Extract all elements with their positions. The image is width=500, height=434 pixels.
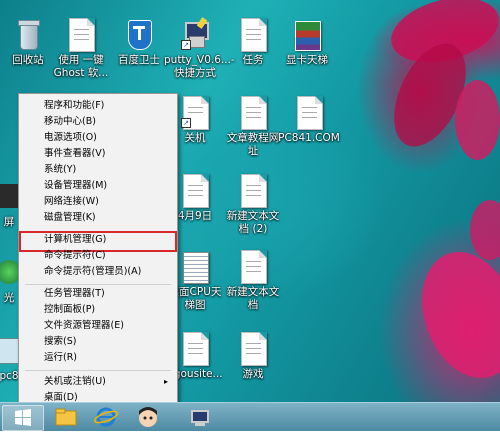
menu-separator <box>25 370 171 371</box>
desktop-icon-ghost[interactable]: 使用 一键Ghost 软... <box>50 18 112 80</box>
menu-item-search[interactable]: 搜索(S) <box>20 334 176 350</box>
document-icon <box>237 174 269 208</box>
desktop-icon-putty[interactable]: ↗ putty_V0.6...- 快捷方式 <box>164 17 235 80</box>
desktop-icon-tutorial-url[interactable]: 文章教程网址 <box>222 96 284 158</box>
menu-item-disk-management[interactable]: 磁盘管理(K) <box>20 210 176 226</box>
recycle-bin-icon <box>12 18 44 52</box>
desktop-icon-label: 任务 <box>242 54 264 66</box>
desktop-icon-baidu-guard[interactable]: 百度卫士 <box>108 18 170 67</box>
desktop-icon-pc841[interactable]: PC841.COM <box>278 96 340 145</box>
menu-separator <box>25 284 171 285</box>
putty-icon: ↗ <box>179 17 211 52</box>
document-icon <box>293 96 325 130</box>
start-button[interactable] <box>2 405 44 431</box>
menu-item-network-connections[interactable]: 网络连接(W) <box>20 194 176 210</box>
menu-item-control-panel[interactable]: 控制面板(P) <box>20 302 176 318</box>
menu-item-mobility-center[interactable]: 移动中心(B) <box>20 114 176 130</box>
menu-item-command-prompt-admin[interactable]: 命令提示符(管理员)(A) <box>20 264 176 280</box>
menu-item-command-prompt[interactable]: 命令提示符(C) <box>20 248 176 264</box>
wallpaper-petal <box>455 80 500 160</box>
desktop-icon-label: 百度卫士 <box>118 54 160 66</box>
menu-item-run[interactable]: 运行(R) <box>20 350 176 366</box>
desktop-icon-label: PC841.COM <box>278 132 340 144</box>
desktop-icon-label: putty_V0.6...- 快捷方式 <box>164 54 235 79</box>
chevron-right-icon: ▸ <box>163 377 168 386</box>
taskbar <box>0 402 500 431</box>
desktop-icon-label: 使用 一键Ghost 软... <box>53 54 109 79</box>
desktop-icon-label: 新建文本文档 <box>226 286 280 311</box>
taskbar-file-explorer[interactable] <box>46 405 86 429</box>
document-icon <box>65 18 97 52</box>
taskbar-character-app[interactable] <box>128 405 168 429</box>
win-x-context-menu: 程序和功能(F) 移动中心(B) 电源选项(O) 事件查看器(V) 系统(Y) … <box>18 93 178 409</box>
wallpaper-petal <box>405 238 500 392</box>
image-file-icon <box>179 250 211 284</box>
desktop-icon-gpu-ladder[interactable]: 显卡天梯 <box>276 18 338 67</box>
desktop-icon-label: 游戏 <box>242 368 264 380</box>
taskbar-network-tool[interactable] <box>180 405 220 429</box>
document-icon <box>179 174 211 208</box>
desktop-icon-label: 显卡天梯 <box>286 54 328 66</box>
shield-icon <box>123 18 155 52</box>
network-tool-icon <box>191 410 209 426</box>
wallpaper-petal <box>470 200 500 260</box>
menu-item-file-explorer[interactable]: 文件资源管理器(E) <box>20 318 176 334</box>
menu-item-shutdown-signout[interactable]: 关机或注销(U) ▸ <box>20 374 176 390</box>
menu-item-power-options[interactable]: 电源选项(O) <box>20 130 176 146</box>
menu-item-system[interactable]: 系统(Y) <box>20 162 176 178</box>
menu-item-event-viewer[interactable]: 事件查看器(V) <box>20 146 176 162</box>
internet-explorer-icon <box>93 407 119 427</box>
image-file-icon <box>291 18 323 52</box>
desktop-icon-label: 新建文本文档 (2) <box>226 210 280 235</box>
document-icon <box>237 18 269 52</box>
document-icon: ↗ <box>179 96 211 130</box>
menu-item-device-manager[interactable]: 设备管理器(M) <box>20 178 176 194</box>
menu-item-label: 关机或注销(U) <box>44 376 106 387</box>
desktop-icon-task[interactable]: 任务 <box>222 18 284 67</box>
windows-logo-icon <box>15 409 31 426</box>
character-app-icon <box>139 407 157 427</box>
desktop-icon-games[interactable]: 游戏 <box>222 332 284 381</box>
document-icon <box>179 332 211 366</box>
desktop-icon-new-text[interactable]: 新建文本文档 <box>222 250 284 312</box>
desktop-icon-label: 文章教程网址 <box>226 132 280 157</box>
menu-item-programs-features[interactable]: 程序和功能(F) <box>20 98 176 114</box>
desktop-icon-new-text-2[interactable]: 新建文本文档 (2) <box>222 174 284 236</box>
menu-item-task-manager[interactable]: 任务管理器(T) <box>20 286 176 302</box>
taskbar-internet-explorer[interactable] <box>86 405 126 429</box>
file-explorer-icon <box>55 408 77 426</box>
document-icon <box>237 96 269 130</box>
document-icon <box>237 332 269 366</box>
document-icon <box>237 250 269 284</box>
